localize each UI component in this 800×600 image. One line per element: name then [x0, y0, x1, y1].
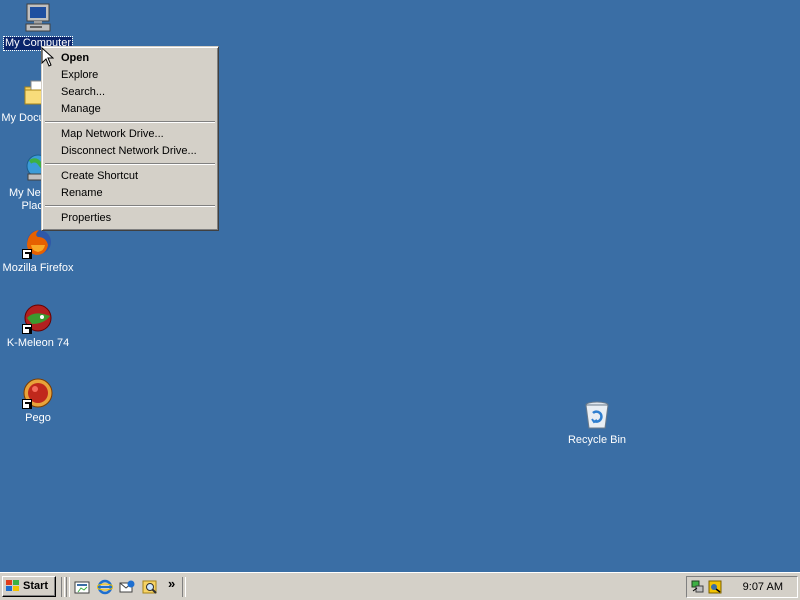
start-label: Start: [23, 580, 49, 592]
menu-item-open[interactable]: Open: [44, 50, 216, 67]
taskbar-divider: [182, 577, 186, 597]
system-tray: 9:07 AM: [686, 576, 798, 598]
desktop-icon-label: Recycle Bin: [567, 434, 627, 446]
desktop-icon-label: Pego: [25, 412, 51, 424]
taskbar: Start » 9:07 AM: [0, 572, 800, 600]
recycle-bin-icon: [581, 399, 613, 431]
shortcut-arrow-icon: [22, 399, 32, 409]
menu-item-rename[interactable]: Rename: [44, 185, 216, 202]
clock[interactable]: 9:07 AM: [743, 581, 783, 593]
context-menu: Open Explore Search... Manage Map Networ…: [41, 46, 219, 231]
volume-icon[interactable]: [708, 580, 722, 594]
menu-item-manage[interactable]: Manage: [44, 101, 216, 118]
computer-icon: [22, 2, 54, 34]
shortcut-arrow-icon: [22, 249, 32, 259]
desktop-icon-label: K-Meleon 74: [6, 337, 70, 349]
menu-item-map-network-drive[interactable]: Map Network Drive...: [44, 126, 216, 143]
quick-launch-overflow-button[interactable]: »: [168, 576, 175, 591]
menu-item-search[interactable]: Search...: [44, 84, 216, 101]
taskbar-divider: [61, 577, 65, 597]
kmeleon-icon: [22, 302, 54, 334]
start-button[interactable]: Start: [2, 576, 56, 597]
pego-icon: [22, 377, 54, 409]
menu-item-properties[interactable]: Properties: [44, 210, 216, 227]
menu-separator: [45, 121, 215, 123]
desktop-icon-mozilla-firefox[interactable]: Mozilla Firefox: [0, 227, 76, 275]
internet-explorer-icon[interactable]: [97, 579, 113, 595]
shortcut-arrow-icon: [22, 324, 32, 334]
windows-logo-icon: [6, 580, 20, 592]
outlook-express-icon[interactable]: [119, 579, 135, 595]
taskbar-divider: [66, 577, 70, 597]
desktop-icon-pego[interactable]: Pego: [0, 377, 76, 425]
menu-separator: [45, 163, 215, 165]
menu-item-disconnect-network-drive[interactable]: Disconnect Network Drive...: [44, 143, 216, 160]
desktop-icon-recycle-bin[interactable]: Recycle Bin: [559, 399, 635, 447]
search-icon[interactable]: [142, 579, 158, 595]
network-status-icon[interactable]: [691, 580, 705, 594]
desktop[interactable]: My Computer My Documents My Network Plac…: [0, 0, 800, 572]
desktop-icon-my-computer[interactable]: My Computer: [0, 2, 76, 51]
show-desktop-icon[interactable]: [74, 579, 90, 595]
menu-separator: [45, 205, 215, 207]
firefox-icon: [22, 227, 54, 259]
desktop-icon-label: Mozilla Firefox: [2, 262, 74, 274]
desktop-icon-k-meleon[interactable]: K-Meleon 74: [0, 302, 76, 350]
mouse-cursor-icon: [41, 47, 54, 67]
menu-item-explore[interactable]: Explore: [44, 67, 216, 84]
menu-item-create-shortcut[interactable]: Create Shortcut: [44, 168, 216, 185]
